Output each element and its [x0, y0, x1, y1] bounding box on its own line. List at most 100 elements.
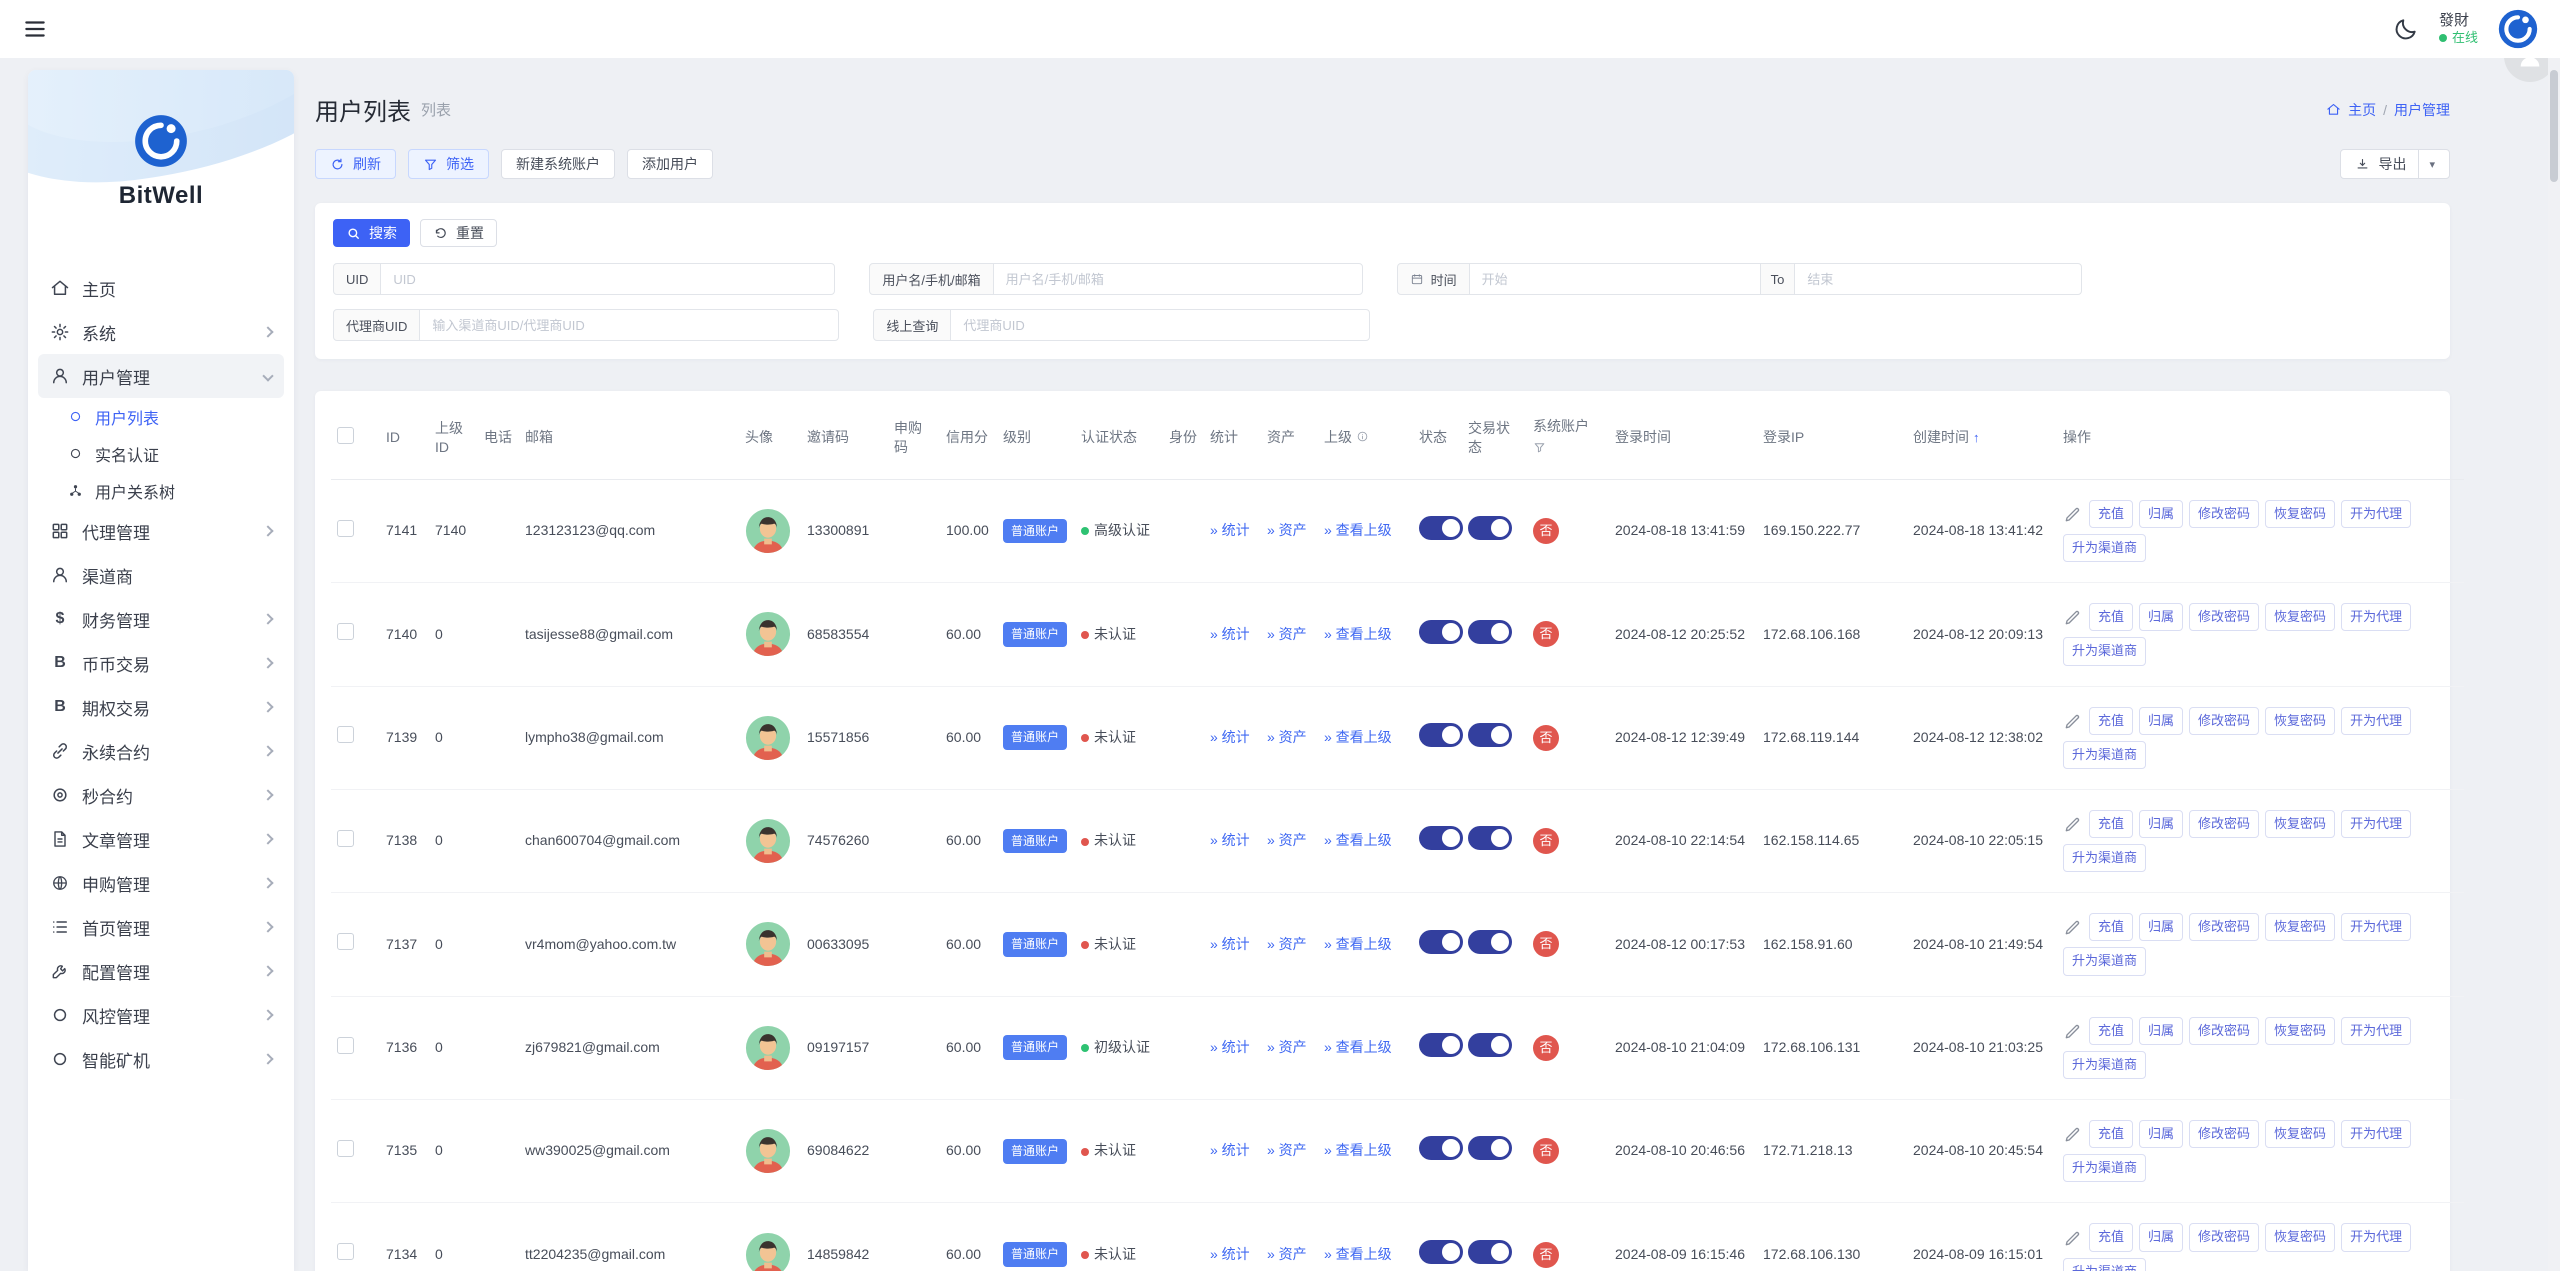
superior-link[interactable]: » 查看上级 [1324, 522, 1392, 538]
row-action-button[interactable]: 升为渠道商 [2063, 1154, 2146, 1182]
time-end-input[interactable] [1794, 263, 2082, 295]
row-action-button[interactable]: 归属 [2139, 1120, 2183, 1148]
time-start-input[interactable] [1469, 263, 1761, 295]
new-system-account-button[interactable]: 新建系统账户 [501, 149, 615, 179]
row-checkbox[interactable] [337, 520, 354, 537]
row-action-button[interactable]: 升为渠道商 [2063, 534, 2146, 562]
row-checkbox[interactable] [337, 933, 354, 950]
superior-link[interactable]: » 查看上级 [1324, 1142, 1392, 1158]
row-action-button[interactable]: 恢复密码 [2265, 1120, 2335, 1148]
row-action-button[interactable]: 开为代理 [2341, 1120, 2411, 1148]
row-checkbox[interactable] [337, 623, 354, 640]
row-action-button[interactable]: 开为代理 [2341, 707, 2411, 735]
assets-link[interactable]: » 资产 [1267, 522, 1307, 538]
column-header-sys[interactable]: 系统账户 [1527, 397, 1609, 479]
edit-icon[interactable] [2063, 1228, 2083, 1248]
trade-status-toggle[interactable] [1468, 516, 1512, 540]
stats-link[interactable]: » 统计 [1210, 1142, 1250, 1158]
trade-status-toggle[interactable] [1468, 826, 1512, 850]
row-action-button[interactable]: 修改密码 [2189, 1017, 2259, 1045]
stats-link[interactable]: » 统计 [1210, 522, 1250, 538]
status-toggle[interactable] [1419, 930, 1463, 954]
row-action-button[interactable]: 归属 [2139, 1223, 2183, 1251]
uid-input[interactable] [380, 263, 835, 295]
sidebar-item-10[interactable]: 文章管理 [38, 817, 284, 861]
assets-link[interactable]: » 资产 [1267, 1039, 1307, 1055]
export-button[interactable]: 导出 ▾ [2340, 149, 2450, 179]
row-action-button[interactable]: 归属 [2139, 707, 2183, 735]
row-action-button[interactable]: 充值 [2089, 1120, 2133, 1148]
row-checkbox[interactable] [337, 726, 354, 743]
row-action-button[interactable]: 恢复密码 [2265, 707, 2335, 735]
superior-link[interactable]: » 查看上级 [1324, 1039, 1392, 1055]
row-action-button[interactable]: 恢复密码 [2265, 603, 2335, 631]
row-action-button[interactable]: 开为代理 [2341, 603, 2411, 631]
online-query-input[interactable] [950, 309, 1370, 341]
row-action-button[interactable]: 修改密码 [2189, 1223, 2259, 1251]
sidebar-item-11[interactable]: 申购管理 [38, 861, 284, 905]
row-action-button[interactable]: 恢复密码 [2265, 1223, 2335, 1251]
sidebar-item-5[interactable]: $财务管理 [38, 597, 284, 641]
sidebar-item-15[interactable]: 智能矿机 [38, 1037, 284, 1081]
row-action-button[interactable]: 归属 [2139, 810, 2183, 838]
row-action-button[interactable]: 升为渠道商 [2063, 1051, 2146, 1079]
sidebar-item-13[interactable]: 配置管理 [38, 949, 284, 993]
row-checkbox[interactable] [337, 1037, 354, 1054]
status-toggle[interactable] [1419, 826, 1463, 850]
edit-icon[interactable] [2063, 607, 2083, 627]
filter-icon[interactable] [1533, 440, 1603, 459]
superior-link[interactable]: » 查看上级 [1324, 729, 1392, 745]
status-toggle[interactable] [1419, 1240, 1463, 1264]
row-action-button[interactable]: 开为代理 [2341, 810, 2411, 838]
row-action-button[interactable]: 充值 [2089, 707, 2133, 735]
stats-link[interactable]: » 统计 [1210, 936, 1250, 952]
sidebar-item-12[interactable]: 首页管理 [38, 905, 284, 949]
row-action-button[interactable]: 修改密码 [2189, 810, 2259, 838]
row-action-button[interactable]: 开为代理 [2341, 1223, 2411, 1251]
stats-link[interactable]: » 统计 [1210, 729, 1250, 745]
edit-icon[interactable] [2063, 1021, 2083, 1041]
row-action-button[interactable]: 修改密码 [2189, 500, 2259, 528]
sidebar-subitem-2-1[interactable]: 实名认证 [52, 435, 284, 472]
search-button[interactable]: 搜索 [333, 219, 410, 247]
row-action-button[interactable]: 归属 [2139, 1017, 2183, 1045]
select-all-checkbox[interactable] [337, 427, 354, 444]
sidebar-item-2[interactable]: 用户管理 [38, 354, 284, 398]
sidebar-subitem-2-2[interactable]: 用户关系树 [52, 472, 284, 509]
sidebar-item-4[interactable]: 渠道商 [38, 553, 284, 597]
reset-button[interactable]: 重置 [420, 219, 497, 247]
row-action-button[interactable]: 开为代理 [2341, 913, 2411, 941]
row-checkbox[interactable] [337, 830, 354, 847]
trade-status-toggle[interactable] [1468, 620, 1512, 644]
row-action-button[interactable]: 升为渠道商 [2063, 947, 2146, 975]
stats-link[interactable]: » 统计 [1210, 1246, 1250, 1262]
row-action-button[interactable]: 升为渠道商 [2063, 1258, 2146, 1271]
filter-button[interactable]: 筛选 [408, 149, 489, 179]
dark-mode-icon[interactable] [2393, 16, 2419, 42]
add-user-button[interactable]: 添加用户 [627, 149, 713, 179]
row-action-button[interactable]: 恢复密码 [2265, 500, 2335, 528]
user-info[interactable]: 發財 在线 [2439, 12, 2478, 47]
stats-link[interactable]: » 统计 [1210, 832, 1250, 848]
superior-link[interactable]: » 查看上级 [1324, 832, 1392, 848]
sidebar-item-0[interactable]: 主页 [38, 266, 284, 310]
row-action-button[interactable]: 修改密码 [2189, 1120, 2259, 1148]
status-toggle[interactable] [1419, 1033, 1463, 1057]
row-action-button[interactable]: 充值 [2089, 500, 2133, 528]
row-action-button[interactable]: 充值 [2089, 603, 2133, 631]
assets-link[interactable]: » 资产 [1267, 1246, 1307, 1262]
status-toggle[interactable] [1419, 620, 1463, 644]
refresh-button[interactable]: 刷新 [315, 149, 396, 179]
row-action-button[interactable]: 恢复密码 [2265, 1017, 2335, 1045]
status-toggle[interactable] [1419, 723, 1463, 747]
row-action-button[interactable]: 恢复密码 [2265, 810, 2335, 838]
row-action-button[interactable]: 开为代理 [2341, 500, 2411, 528]
stats-link[interactable]: » 统计 [1210, 626, 1250, 642]
trade-status-toggle[interactable] [1468, 1136, 1512, 1160]
assets-link[interactable]: » 资产 [1267, 626, 1307, 642]
column-header-created[interactable]: 创建时间↑ [1907, 397, 2057, 479]
assets-link[interactable]: » 资产 [1267, 832, 1307, 848]
row-action-button[interactable]: 修改密码 [2189, 913, 2259, 941]
sidebar-item-9[interactable]: 秒合约 [38, 773, 284, 817]
edit-icon[interactable] [2063, 711, 2083, 731]
